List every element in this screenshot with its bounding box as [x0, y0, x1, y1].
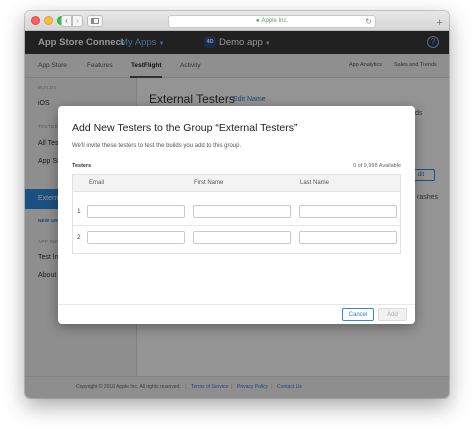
- last-name-field[interactable]: [299, 205, 397, 218]
- dialog-description: We'll invite these testers to test the b…: [72, 143, 242, 149]
- cancel-button[interactable]: Cancel: [342, 308, 374, 321]
- address-bar[interactable]: ● Apple Inc. ↻: [168, 15, 376, 28]
- testers-label: Testers: [72, 163, 92, 169]
- close-window-button[interactable]: [31, 16, 40, 25]
- row-number: 2: [77, 234, 81, 241]
- available-count: 0 of 9,998 Available: [353, 163, 401, 169]
- table-header: Email First Name Last Name: [73, 175, 400, 192]
- minimize-window-button[interactable]: [44, 16, 53, 25]
- address-text: Apple Inc.: [261, 18, 289, 24]
- email-field[interactable]: [87, 231, 185, 244]
- back-button[interactable]: ‹: [61, 15, 72, 27]
- sidebar-toggle-icon[interactable]: [87, 15, 103, 27]
- lock-icon: ●: [255, 18, 260, 24]
- add-button[interactable]: Add: [378, 308, 407, 321]
- column-header-first-name: First Name: [194, 180, 224, 186]
- add-testers-dialog: Add New Testers to the Group “External T…: [58, 106, 415, 324]
- testers-table: Email First Name Last Name 1 2: [72, 174, 401, 254]
- column-header-email: Email: [89, 180, 105, 186]
- row-divider: [73, 225, 400, 226]
- forward-button[interactable]: ›: [72, 15, 83, 27]
- browser-toolbar: ‹ › ● Apple Inc. ↻ +: [25, 11, 449, 31]
- dialog-divider: [58, 304, 415, 305]
- new-tab-icon[interactable]: +: [434, 18, 445, 29]
- browser-window: ‹ › ● Apple Inc. ↻ + App Store Connect My…: [25, 11, 449, 398]
- first-name-field[interactable]: [193, 231, 291, 244]
- dialog-title: Add New Testers to the Group “External T…: [72, 122, 298, 134]
- last-name-field[interactable]: [299, 231, 397, 244]
- reload-icon[interactable]: ↻: [365, 16, 372, 27]
- first-name-field[interactable]: [193, 205, 291, 218]
- row-number: 1: [77, 208, 81, 215]
- column-header-last-name: Last Name: [300, 180, 330, 186]
- email-field[interactable]: [87, 205, 185, 218]
